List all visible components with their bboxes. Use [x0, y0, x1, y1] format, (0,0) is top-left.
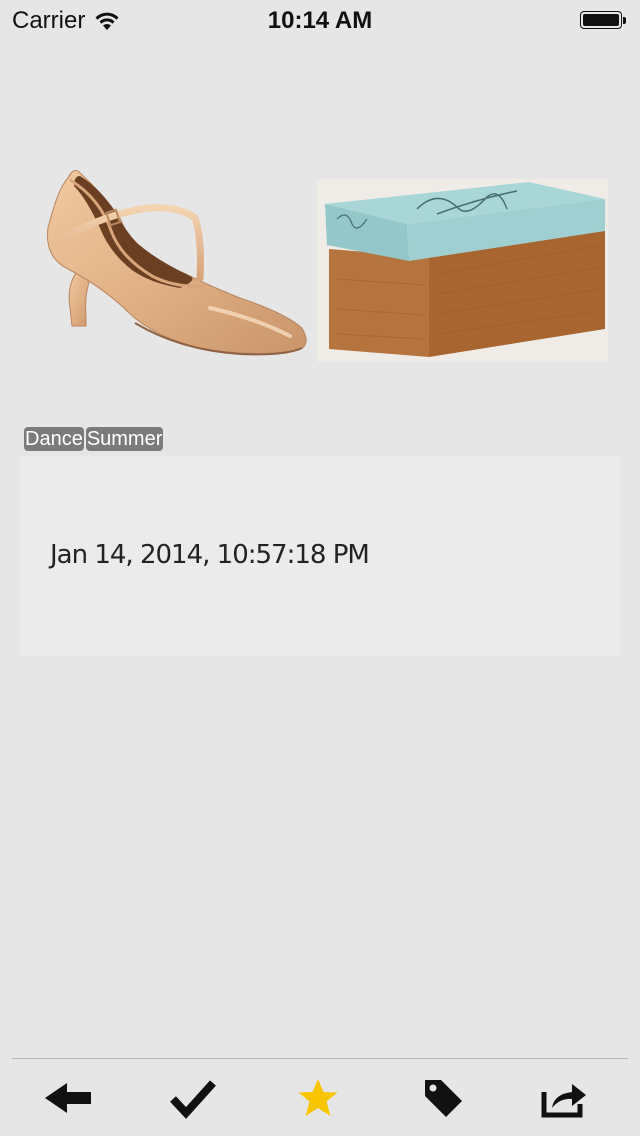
- star-icon: [298, 1079, 338, 1116]
- share-icon: [541, 1084, 586, 1118]
- tag-list: Dance Summer: [24, 427, 164, 451]
- tag-icon: [425, 1080, 462, 1117]
- note-date: Jan 14, 2014, 10:57:18 PM: [50, 540, 370, 570]
- status-bar: Carrier 10:14 AM: [0, 0, 640, 40]
- note-card[interactable]: Jan 14, 2014, 10:57:18 PM: [20, 456, 620, 656]
- back-arrow-icon: [45, 1083, 91, 1113]
- share-button[interactable]: [537, 1072, 593, 1124]
- tag-chip[interactable]: Summer: [85, 427, 164, 451]
- shoe-box-image[interactable]: [317, 179, 608, 362]
- bottom-toolbar: [0, 1058, 640, 1136]
- dance-shoe-image[interactable]: [40, 158, 310, 358]
- tag-chip[interactable]: Dance: [24, 427, 84, 451]
- back-button[interactable]: [40, 1072, 96, 1124]
- tag-button[interactable]: [415, 1072, 471, 1124]
- battery-icon: [580, 11, 628, 31]
- done-button[interactable]: [165, 1072, 221, 1124]
- checkmark-icon: [170, 1080, 216, 1119]
- favorite-button[interactable]: [290, 1072, 346, 1124]
- toolbar-divider: [12, 1058, 628, 1059]
- screen: Carrier 10:14 AM Dance Summer Jan 14, 20…: [0, 0, 640, 1136]
- status-time: 10:14 AM: [267, 7, 373, 34]
